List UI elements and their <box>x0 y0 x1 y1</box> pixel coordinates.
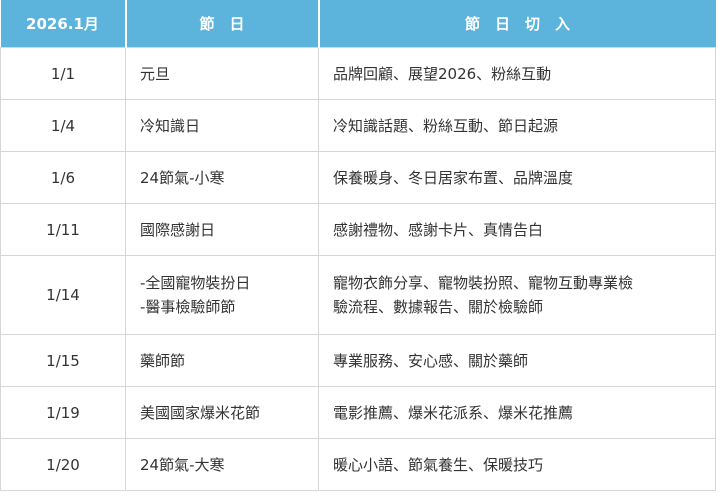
date-cell: 1/19 <box>0 386 126 439</box>
festival-calendar: 2026.1月 節 日 節 日 切 入 1/1 元旦 品牌回顧、展望2026、粉絲互… <box>0 0 721 501</box>
angle-text: 暖心小語、節氣養生、保暖技巧 <box>333 455 544 474</box>
festival-text: 藥師節 <box>140 351 186 370</box>
table-row: 1/4 冷知識日 冷知識話題、粉絲互動、節日起源 <box>0 99 716 152</box>
angle-cell: 暖心小語、節氣養生、保暖技巧 <box>318 438 716 491</box>
festival-table: 2026.1月 節 日 節 日 切 入 1/1 元旦 品牌回顧、展望2026、粉絲互… <box>0 0 716 491</box>
festival-text: 美國國家爆米花節 <box>140 403 261 422</box>
angle-cell: 寵物衣飾分享、寵物裝扮照、寵物互動專業檢 驗流程、數據報告、關於檢驗師 <box>318 255 716 335</box>
date-cell: 1/11 <box>0 203 126 256</box>
angle-text: 電影推薦、爆米花派系、爆米花推薦 <box>333 403 574 422</box>
angle-cell: 電影推薦、爆米花派系、爆米花推薦 <box>318 386 716 439</box>
festival-cell: 國際感謝日 <box>125 203 319 256</box>
angle-text: 冷知識話題、粉絲互動、節日起源 <box>333 116 559 135</box>
header-festival: 節 日 <box>125 0 320 48</box>
festival-text: 國際感謝日 <box>140 220 216 239</box>
angle-text: 品牌回顧、展望2026、粉絲互動 <box>333 64 552 83</box>
angle-text: 寵物衣飾分享、寵物裝扮照、寵物互動專業檢 <box>333 274 634 292</box>
angle-cell: 感謝禮物、感謝卡片、真情告白 <box>318 203 716 256</box>
festival-text: -醫事檢驗師節 <box>140 298 236 316</box>
date-cell: 1/6 <box>0 151 126 204</box>
festival-cell: 美國國家爆米花節 <box>125 386 319 439</box>
table-header-row: 2026.1月 節 日 節 日 切 入 <box>0 0 716 48</box>
festival-text: 元旦 <box>140 64 171 83</box>
angle-cell: 品牌回顧、展望2026、粉絲互動 <box>318 47 716 100</box>
table-row: 1/14 -全國寵物裝扮日 -醫事檢驗師節 寵物衣飾分享、寵物裝扮照、寵物互動專業檢驗… <box>0 255 716 335</box>
table-row: 1/19 美國國家爆米花節 電影推薦、爆米花派系、爆米花推薦 <box>0 386 716 439</box>
festival-cell: 24節氣-大寒 <box>125 438 319 491</box>
angle-text: 驗流程、數據報告、關於檢驗師 <box>333 298 544 316</box>
header-month: 2026.1月 <box>0 0 127 48</box>
date-cell: 1/14 <box>0 255 126 335</box>
festival-cell: 元旦 <box>125 47 319 100</box>
festival-text: -全國寵物裝扮日 <box>140 274 251 292</box>
angle-cell: 保養暖身、冬日居家布置、品牌溫度 <box>318 151 716 204</box>
table-row: 1/15 藥師節 專業服務、安心感、關於藥師 <box>0 334 716 387</box>
table-row: 1/20 24節氣-大寒 暖心小語、節氣養生、保暖技巧 <box>0 438 716 491</box>
table-row: 1/6 24節氣-小寒 保養暖身、冬日居家布置、品牌溫度 <box>0 151 716 204</box>
festival-cell: 冷知識日 <box>125 99 319 152</box>
festival-cell: 藥師節 <box>125 334 319 387</box>
angle-text: 保養暖身、冬日居家布置、品牌溫度 <box>333 168 574 187</box>
table-body: 1/1 元旦 品牌回顧、展望2026、粉絲互動 1/4 冷知識日 冷知識話題、粉絲互動、節… <box>0 47 716 491</box>
festival-text: 24節氣-小寒 <box>140 168 225 187</box>
angle-text: 感謝禮物、感謝卡片、真情告白 <box>333 220 544 239</box>
festival-text: 24節氣-大寒 <box>140 455 225 474</box>
date-cell: 1/15 <box>0 334 126 387</box>
date-cell: 1/4 <box>0 99 126 152</box>
festival-cell: 24節氣-小寒 <box>125 151 319 204</box>
table-row: 1/1 元旦 品牌回顧、展望2026、粉絲互動 <box>0 47 716 100</box>
date-cell: 1/1 <box>0 47 126 100</box>
angle-text: 專業服務、安心感、關於藥師 <box>333 351 529 370</box>
header-angle: 節 日 切 入 <box>318 0 716 48</box>
angle-cell: 冷知識話題、粉絲互動、節日起源 <box>318 99 716 152</box>
angle-cell: 專業服務、安心感、關於藥師 <box>318 334 716 387</box>
festival-text: 冷知識日 <box>140 116 201 135</box>
festival-cell: -全國寵物裝扮日 -醫事檢驗師節 <box>125 255 319 335</box>
table-row: 1/11 國際感謝日 感謝禮物、感謝卡片、真情告白 <box>0 203 716 256</box>
date-cell: 1/20 <box>0 438 126 491</box>
